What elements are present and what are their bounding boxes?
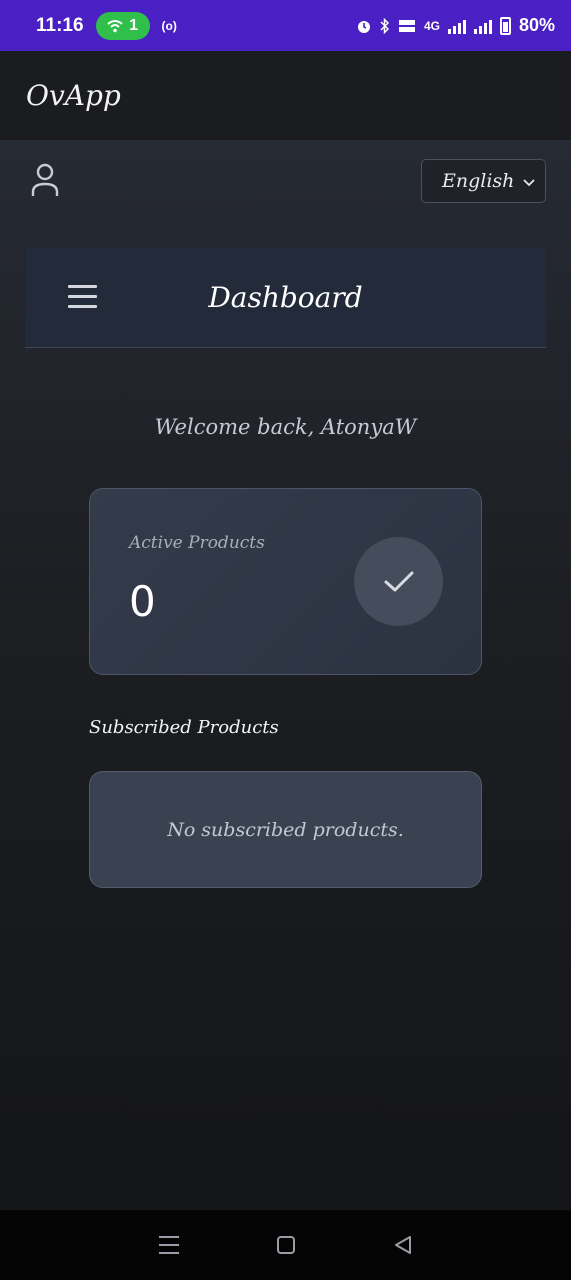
language-value: English — [442, 170, 515, 192]
status-bar: 11:16 1 (o) 4G 80% — [0, 0, 571, 51]
welcome-message: Welcome back, AtonyaW — [154, 415, 417, 439]
square-icon — [276, 1236, 295, 1254]
dashboard-header: Dashboard — [25, 247, 546, 348]
menu-lines-icon — [158, 1236, 179, 1254]
wifi-hotspot-icon — [107, 19, 123, 32]
battery-percent: 80% — [518, 15, 555, 35]
hamburger-menu-icon[interactable] — [68, 285, 97, 309]
language-select[interactable]: English — [421, 159, 546, 203]
network-type: 4G — [423, 18, 440, 33]
active-products-count: 0 — [129, 577, 156, 626]
back-button[interactable] — [391, 1233, 415, 1257]
status-icons: 4G 80% — [356, 15, 555, 36]
system-navigation-bar — [0, 1210, 571, 1280]
active-products-card: Active Products 0 — [89, 488, 482, 675]
subscribed-products-empty-card: No subscribed products. — [89, 771, 482, 888]
alarm-icon — [357, 20, 370, 33]
recent-apps-button[interactable] — [157, 1233, 181, 1257]
app-bar: OvApp — [0, 51, 571, 140]
bluetooth-icon — [380, 17, 390, 34]
subscribed-products-heading: Subscribed Products — [89, 717, 279, 738]
status-time: 11:16 — [36, 14, 84, 36]
battery-icon — [499, 16, 511, 35]
hotspot-indicator[interactable]: 1 — [95, 11, 150, 40]
cast-icon: (o) — [161, 18, 177, 33]
back-triangle-icon — [394, 1236, 411, 1254]
check-icon — [384, 571, 413, 591]
empty-state-text: No subscribed products. — [167, 818, 404, 841]
check-badge — [354, 537, 443, 626]
page-title: Dashboard — [208, 280, 363, 314]
app-title: OvApp — [26, 79, 121, 112]
user-icon[interactable] — [30, 162, 60, 198]
active-products-label: Active Products — [129, 533, 265, 553]
signal-strength-2-icon — [473, 18, 492, 34]
volte-icon — [398, 19, 415, 32]
signal-strength-icon — [447, 18, 466, 34]
chevron-down-icon — [523, 179, 535, 187]
hotspot-count: 1 — [129, 16, 138, 34]
home-button[interactable] — [274, 1233, 298, 1257]
main-content: English Dashboard Welcome back, AtonyaW … — [0, 140, 571, 1210]
